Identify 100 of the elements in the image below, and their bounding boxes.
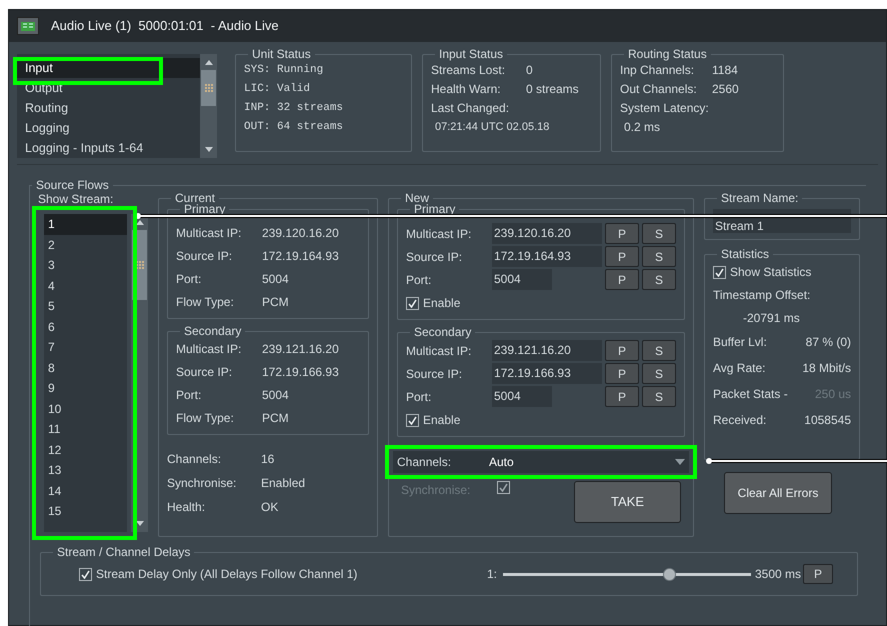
- checkbox[interactable]: [406, 414, 419, 426]
- show-stream-label: Show Stream:: [37, 192, 114, 206]
- scrollbar[interactable]: [200, 54, 217, 158]
- checkmark-icon: [408, 416, 417, 424]
- group-title: Stream Name:: [720, 192, 800, 205]
- take-button[interactable]: TAKE: [574, 481, 681, 523]
- field-label: Synchronise:: [167, 475, 238, 492]
- status-value: 0.2 ms: [623, 119, 662, 136]
- stream-list-item[interactable]: 1: [44, 214, 127, 234]
- checkbox-label: Enable: [423, 412, 460, 429]
- status-label: Inp Channels:: [620, 62, 696, 79]
- status-value: 2560: [712, 81, 739, 98]
- input-field[interactable]: 5004: [492, 386, 552, 407]
- stream-list-item[interactable]: 10: [44, 398, 127, 419]
- checkmark-icon: [81, 570, 90, 578]
- grip-icon: [204, 83, 214, 93]
- field-value: 172.19.164.93: [262, 248, 339, 265]
- checkbox[interactable]: [713, 266, 726, 278]
- grip-icon: [134, 260, 144, 270]
- stat-value: 87 % (0): [806, 334, 851, 351]
- field-label: Multicast IP:: [176, 225, 242, 242]
- small-button[interactable]: S: [642, 223, 676, 244]
- slider-thumb[interactable]: [663, 568, 676, 580]
- input-field[interactable]: 239.121.16.20: [492, 340, 602, 361]
- status-label: System Latency:: [620, 100, 710, 117]
- field-value: 16: [261, 451, 274, 468]
- input-field[interactable]: 172.19.164.93: [492, 246, 602, 267]
- up-arrow-icon: [204, 58, 214, 66]
- field-label: Port:: [406, 272, 432, 288]
- stream-list-item[interactable]: 9: [44, 378, 127, 398]
- field-label: Flow Type:: [176, 294, 235, 311]
- field-label: Source IP:: [176, 364, 234, 381]
- nav-list-item[interactable]: Logging - Inputs 1-64: [17, 138, 200, 158]
- group-title: Secondary: [183, 325, 242, 338]
- checkbox[interactable]: [79, 568, 92, 580]
- field-label: Source IP:: [406, 248, 464, 266]
- group-title: New: [404, 192, 430, 205]
- window-title: Audio Live (1) 5000:01:01 - Audio Live: [51, 17, 279, 36]
- small-button[interactable]: P: [605, 363, 639, 384]
- status-line: OUT: 64 streams: [244, 120, 344, 135]
- field-value: OK: [261, 499, 278, 516]
- field-label: Multicast IP:: [176, 341, 242, 358]
- checkbox[interactable]: [406, 296, 419, 310]
- stream-list-item[interactable]: 13: [44, 460, 127, 480]
- slider-reading: 3500 ms: [754, 566, 801, 583]
- input-field[interactable]: 5004: [492, 269, 552, 290]
- field-label: Port:: [176, 387, 202, 404]
- group-title: Stream / Channel Delays: [56, 546, 192, 559]
- small-button[interactable]: S: [642, 363, 676, 384]
- small-button[interactable]: P: [803, 564, 833, 584]
- field-label: Channels:: [397, 454, 452, 471]
- channels-dropdown[interactable]: Channels: Auto: [393, 451, 689, 473]
- small-button[interactable]: P: [605, 246, 639, 267]
- stream-list-item[interactable]: 8: [44, 358, 127, 378]
- stream-list-item[interactable]: 15: [44, 501, 127, 522]
- stat-value: 18 Mbit/s: [802, 360, 851, 377]
- stream-list-item[interactable]: 11: [44, 419, 127, 440]
- small-button[interactable]: S: [642, 340, 676, 361]
- checkmark-icon: [499, 483, 508, 492]
- nav-list-item[interactable]: Routing: [17, 98, 200, 118]
- stream-list-item[interactable]: 3: [44, 255, 127, 276]
- input-field[interactable]: 172.19.166.93: [492, 363, 602, 384]
- clear-errors-button[interactable]: Clear All Errors: [724, 472, 832, 514]
- field-label: Source IP:: [406, 366, 464, 382]
- group-title: Source Flows: [35, 179, 110, 192]
- field-value: Enabled: [261, 475, 306, 492]
- nav-list-item[interactable]: Logging: [17, 118, 200, 138]
- small-button[interactable]: S: [642, 269, 676, 290]
- group-title: Primary: [184, 203, 226, 216]
- stream-list-item[interactable]: 4: [44, 276, 127, 296]
- down-arrow-icon: [204, 146, 214, 154]
- small-button[interactable]: P: [605, 386, 639, 407]
- stream-list-item[interactable]: 14: [44, 480, 127, 501]
- stream-list-item[interactable]: 5: [44, 296, 127, 316]
- up-arrow-icon: [134, 218, 144, 226]
- status-value: 1184: [712, 62, 738, 79]
- field-value: PCM: [262, 410, 289, 427]
- scrollbar-thumb[interactable]: [201, 70, 216, 106]
- input-field[interactable]: 239.120.16.20: [492, 223, 602, 244]
- stat-value: 1058545: [804, 412, 851, 429]
- field-label: Port:: [406, 388, 432, 406]
- small-button[interactable]: P: [605, 340, 639, 361]
- stream-list-item[interactable]: 2: [44, 234, 127, 255]
- small-button[interactable]: P: [605, 223, 639, 244]
- checkbox-label: Show Statistics: [730, 264, 812, 281]
- stream-list-item[interactable]: 6: [44, 316, 127, 337]
- field-label: Source IP:: [176, 248, 234, 265]
- small-button[interactable]: S: [642, 246, 676, 267]
- status-line: LIC: Valid: [244, 82, 312, 97]
- stream-list-item[interactable]: 12: [44, 440, 127, 460]
- group-title: Secondary: [413, 326, 472, 339]
- field-value: 239.121.16.20: [262, 341, 339, 358]
- checkbox-label: Stream Delay Only (All Delays Follow Channel 1): [96, 566, 358, 583]
- field-label: Multicast IP:: [406, 342, 472, 360]
- status-label: Out Channels:: [620, 81, 698, 98]
- dropdown-value: Auto: [489, 454, 515, 471]
- down-arrow-icon: [134, 520, 144, 528]
- small-button[interactable]: P: [605, 269, 639, 290]
- small-button[interactable]: S: [642, 386, 676, 407]
- stream-list-item[interactable]: 7: [44, 337, 127, 358]
